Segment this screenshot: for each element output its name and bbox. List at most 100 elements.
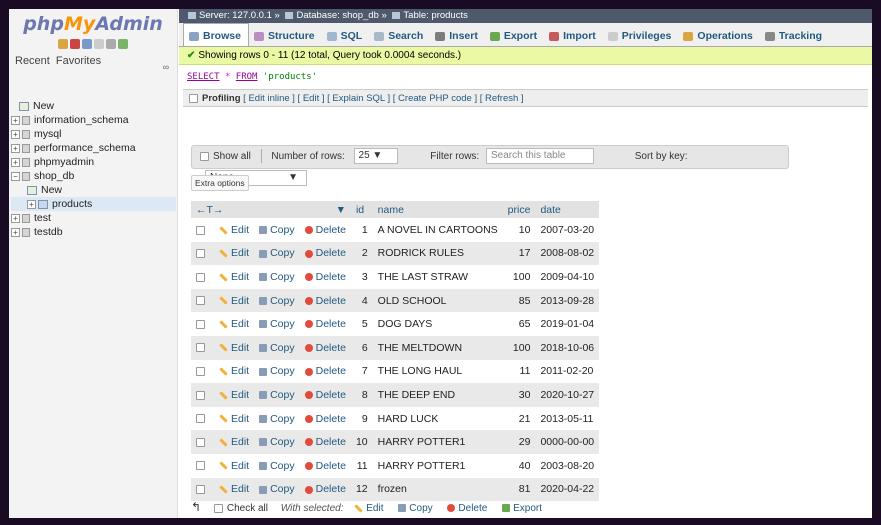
check-all-checkbox[interactable] [213, 503, 223, 513]
edit-button[interactable]: Edit [219, 295, 249, 307]
date-header[interactable]: date [535, 201, 600, 218]
expand-icon[interactable]: − [11, 171, 20, 181]
tab-search[interactable]: Search [369, 24, 430, 46]
row-checkbox[interactable] [196, 272, 205, 282]
copy-button[interactable]: Copy [259, 389, 295, 401]
tree-item[interactable]: + mysql [11, 127, 176, 141]
edit-button[interactable]: Edit [219, 460, 249, 472]
edit-button[interactable]: Edit [219, 247, 249, 259]
show-all-checkbox[interactable] [200, 151, 209, 161]
id-header[interactable]: id [350, 201, 373, 218]
bulk-copy-button[interactable]: Copy [398, 503, 433, 514]
copy-button[interactable]: Copy [259, 460, 295, 472]
delete-button[interactable]: Delete [304, 436, 346, 448]
expand-icon[interactable]: + [11, 143, 20, 153]
delete-button[interactable]: Delete [304, 224, 346, 236]
number-of-rows-select[interactable]: 25 ▼ [353, 148, 398, 165]
edit-button[interactable]: Edit [219, 342, 249, 354]
row-checkbox[interactable] [196, 437, 205, 447]
expand-icon[interactable]: + [11, 129, 20, 139]
tree-item[interactable]: + phpmyadmin [11, 155, 176, 169]
tab-operations[interactable]: Operations [678, 24, 759, 46]
profiling-checkbox[interactable] [189, 93, 198, 103]
query-links[interactable]: [ Edit inline ] [ Edit ] [ Explain SQL ]… [243, 93, 523, 104]
edit-button[interactable]: Edit [219, 413, 249, 425]
bulk-edit-button[interactable]: Edit [354, 503, 384, 514]
link-icon[interactable]: ∞ [163, 62, 169, 72]
row-checkbox[interactable] [196, 319, 205, 329]
tree-item[interactable]: New [11, 99, 176, 113]
tab-tracking[interactable]: Tracking [760, 24, 829, 46]
tab-insert[interactable]: Insert [430, 24, 485, 46]
copy-button[interactable]: Copy [259, 271, 295, 283]
tree-item[interactable]: + information_schema [11, 113, 176, 127]
edit-button[interactable]: Edit [219, 365, 249, 377]
copy-button[interactable]: Copy [259, 483, 295, 495]
delete-button[interactable]: Delete [304, 318, 346, 330]
sort-down-icon[interactable]: ▼ [336, 204, 346, 216]
copy-button[interactable]: Copy [259, 295, 295, 307]
extra-options-button[interactable]: Extra options [191, 175, 249, 191]
delete-button[interactable]: Delete [304, 271, 346, 283]
bulk-delete-button[interactable]: Delete [447, 503, 487, 514]
delete-button[interactable]: Delete [304, 460, 346, 472]
tab-export[interactable]: Export [485, 24, 544, 46]
tree-item[interactable]: + performance_schema [11, 141, 176, 155]
copy-button[interactable]: Copy [259, 318, 295, 330]
filter-rows-input[interactable]: Search this table [485, 148, 594, 165]
row-checkbox[interactable] [196, 461, 205, 471]
delete-button[interactable]: Delete [304, 413, 346, 425]
edit-button[interactable]: Edit [219, 318, 249, 330]
column-arrows-header[interactable]: ←T→ ▼ [191, 201, 351, 218]
row-checkbox[interactable] [196, 414, 205, 424]
recent-tab[interactable]: Recent [15, 55, 50, 67]
settings-icon[interactable] [106, 39, 116, 50]
copy-button[interactable]: Copy [259, 365, 295, 377]
tab-privileges[interactable]: Privileges [603, 24, 679, 46]
tab-structure[interactable]: Structure [249, 24, 322, 46]
expand-icon[interactable]: + [11, 213, 20, 223]
tab-sql[interactable]: SQL [322, 24, 370, 46]
delete-button[interactable]: Delete [304, 365, 346, 377]
price-header[interactable]: price [502, 201, 536, 218]
expand-icon[interactable]: + [11, 157, 20, 167]
delete-button[interactable]: Delete [304, 342, 346, 354]
tree-item[interactable]: + test [11, 211, 176, 225]
edit-button[interactable]: Edit [219, 271, 249, 283]
expand-icon[interactable]: + [27, 199, 36, 209]
sql-select-keyword[interactable]: SELECT [187, 72, 220, 82]
logout-icon[interactable] [70, 39, 80, 50]
edit-button[interactable]: Edit [219, 389, 249, 401]
sql-from-keyword[interactable]: FROM [236, 72, 258, 82]
expand-icon[interactable]: + [11, 115, 20, 125]
expand-icon[interactable]: + [11, 227, 20, 237]
check-all-label[interactable]: Check all [227, 503, 268, 514]
edit-button[interactable]: Edit [219, 483, 249, 495]
name-header[interactable]: name [372, 201, 503, 218]
edit-button[interactable]: Edit [219, 436, 249, 448]
breadcrumb-server[interactable]: Server: 127.0.0.1 [199, 10, 272, 21]
row-checkbox[interactable] [196, 367, 205, 377]
tab-browse[interactable]: Browse [183, 23, 249, 46]
help-icon[interactable] [82, 39, 92, 50]
favorites-tab[interactable]: Favorites [56, 55, 101, 67]
home-icon[interactable] [58, 39, 68, 50]
copy-button[interactable]: Copy [259, 413, 295, 425]
copy-button[interactable]: Copy [259, 436, 295, 448]
phpmyadmin-logo[interactable]: phpMyAdmin [9, 9, 177, 39]
tree-item[interactable]: − shop_db [11, 169, 176, 183]
edit-button[interactable]: Edit [219, 224, 249, 236]
copy-button[interactable]: Copy [259, 247, 295, 259]
delete-button[interactable]: Delete [304, 295, 346, 307]
row-checkbox[interactable] [196, 296, 205, 306]
tree-item[interactable]: + products [11, 197, 176, 211]
copy-button[interactable]: Copy [259, 224, 295, 236]
reload-icon[interactable] [118, 39, 128, 50]
row-checkbox[interactable] [196, 390, 205, 400]
delete-button[interactable]: Delete [304, 247, 346, 259]
row-checkbox[interactable] [196, 485, 205, 495]
tab-import[interactable]: Import [544, 24, 603, 46]
breadcrumb-database[interactable]: Database: shop_db [296, 10, 378, 21]
row-checkbox[interactable] [196, 249, 205, 259]
breadcrumb-table[interactable]: Table: products [403, 10, 467, 21]
